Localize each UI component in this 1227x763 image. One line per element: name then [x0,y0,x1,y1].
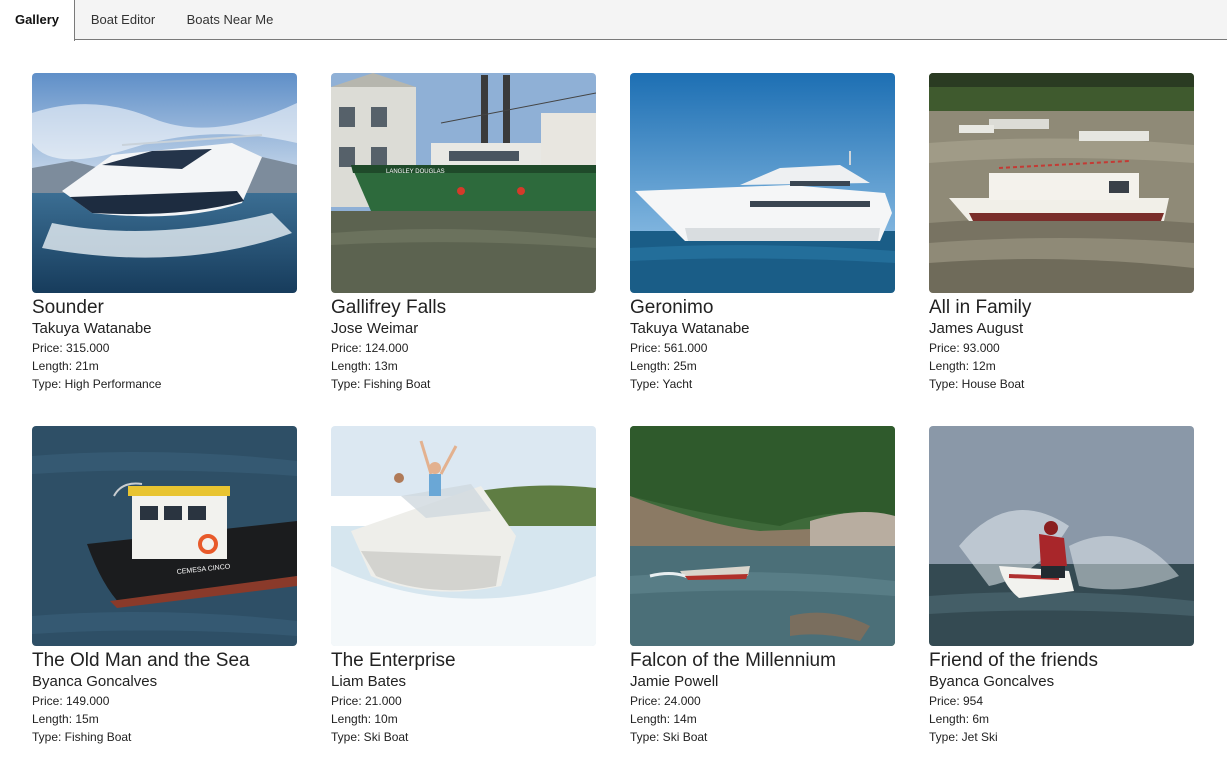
boat-price: Price: 315.000 [32,341,110,355]
boat-card[interactable]: The Enterprise Liam Bates Price: 21.000 … [331,426,596,746]
boat-owner: Jamie Powell [630,673,719,690]
boat-photo[interactable] [929,73,1194,293]
boat-price: Price: 124.000 [331,341,409,355]
boat-card[interactable]: Friend of the friends Byanca Goncalves P… [929,426,1194,746]
boat-type: Type: Jet Ski [929,730,998,744]
boat-card[interactable]: CEMESA CINCO The Old Man and the Sea Bya… [32,426,297,746]
boat-card[interactable]: All in Family James August Price: 93.000… [929,73,1194,393]
boat-name: The Enterprise [331,650,456,671]
tab-gallery[interactable]: Gallery [0,0,75,41]
boat-type: Type: Fishing Boat [32,730,132,744]
boat-owner: Takuya Watanabe [32,320,152,337]
boat-owner: Takuya Watanabe [630,320,750,337]
boat-length: Length: 6m [929,712,990,726]
boat-owner: Jose Weimar [331,320,419,337]
boat-photo[interactable] [929,426,1194,646]
boat-owner: Byanca Goncalves [929,673,1055,690]
boat-type: Type: Ski Boat [331,730,409,744]
boat-price: Price: 954 [929,694,984,708]
boat-owner: Liam Bates [331,673,407,690]
boat-photo[interactable]: CEMESA CINCO [32,426,297,646]
tab-boats-near-me[interactable]: Boats Near Me [171,0,289,40]
boat-name: Friend of the friends [929,650,1098,671]
boat-card[interactable]: Sounder Takuya Watanabe Price: 315.000 L… [32,73,297,393]
boat-gallery: Sounder Takuya Watanabe Price: 315.000 L… [0,40,1227,763]
boat-owner: Byanca Goncalves [32,673,158,690]
boat-photo[interactable] [630,73,895,293]
boat-type: Type: Fishing Boat [331,377,431,391]
boat-type: Type: Yacht [630,377,693,391]
boat-name: Geronimo [630,297,714,318]
boat-type: Type: Ski Boat [630,730,708,744]
boat-owner: James August [929,320,1024,337]
tab-boat-editor[interactable]: Boat Editor [75,0,171,40]
boat-photo[interactable] [331,426,596,646]
boat-photo[interactable] [32,73,297,293]
boat-length: Length: 13m [331,359,398,373]
tab-bar: Gallery Boat Editor Boats Near Me [0,0,1227,41]
boat-photo[interactable] [630,426,895,646]
boat-card[interactable]: LANGLEY DOUGLAS Gallifrey Falls Jose Wei… [331,73,596,393]
boat-price: Price: 561.000 [630,341,708,355]
boat-length: Length: 10m [331,712,398,726]
boat-length: Length: 14m [630,712,697,726]
boat-price: Price: 24.000 [630,694,701,708]
boat-length: Length: 25m [630,359,697,373]
boat-name: The Old Man and the Sea [32,650,250,671]
boat-length: Length: 12m [929,359,996,373]
boat-name: All in Family [929,297,1032,318]
boat-name: Falcon of the Millennium [630,650,836,671]
boat-price: Price: 21.000 [331,694,402,708]
boat-length: Length: 21m [32,359,99,373]
boat-photo[interactable]: LANGLEY DOUGLAS [331,73,596,293]
boat-length: Length: 15m [32,712,99,726]
boat-name: Sounder [32,297,104,318]
boat-card[interactable]: Falcon of the Millennium Jamie Powell Pr… [630,426,895,746]
boat-card[interactable]: Geronimo Takuya Watanabe Price: 561.000 … [630,73,895,393]
boat-price: Price: 149.000 [32,694,110,708]
boat-name: Gallifrey Falls [331,297,447,318]
boat-type: Type: House Boat [929,377,1025,391]
boat-price: Price: 93.000 [929,341,1000,355]
hull-lettering: LANGLEY DOUGLAS [386,169,445,175]
boat-type: Type: High Performance [32,377,162,391]
